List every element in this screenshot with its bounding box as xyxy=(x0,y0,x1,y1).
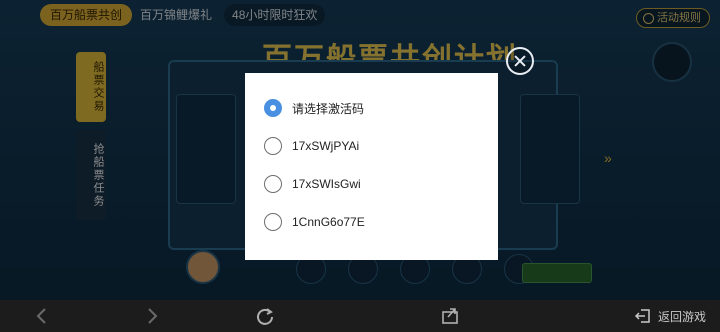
radio-icon[interactable] xyxy=(264,137,282,155)
bottom-nav-bar: 返回游戏 xyxy=(0,300,720,332)
option-label: 请选择激活码 xyxy=(292,101,365,116)
share-icon[interactable] xyxy=(440,306,460,326)
exit-icon xyxy=(634,309,650,323)
option-placeholder[interactable]: 请选择激活码 xyxy=(264,98,364,118)
option-label: 17xSWjPYAi xyxy=(292,139,360,153)
option-code-1[interactable]: 17xSWjPYAi xyxy=(264,136,359,156)
activation-code-dialog: 请选择激活码 17xSWjPYAi 17xSWIsGwi 1CnnG6o77E xyxy=(245,73,498,260)
option-code-3[interactable]: 1CnnG6o77E xyxy=(264,212,365,232)
option-label: 17xSWIsGwi xyxy=(292,177,361,191)
close-dialog-button[interactable] xyxy=(506,47,534,75)
app-screen: 百万船票共创 百万锦鲤爆礼 48小时限时狂欢 活动规则 百万船票共创计划 船票交… xyxy=(0,0,720,332)
option-label: 1CnnG6o77E xyxy=(292,215,365,229)
radio-checked-icon[interactable] xyxy=(264,99,282,117)
return-to-game-button[interactable]: 返回游戏 xyxy=(634,307,706,325)
option-code-2[interactable]: 17xSWIsGwi xyxy=(264,174,361,194)
radio-icon[interactable] xyxy=(264,175,282,193)
forward-icon[interactable] xyxy=(142,306,162,326)
radio-icon[interactable] xyxy=(264,213,282,231)
back-icon[interactable] xyxy=(32,306,52,326)
refresh-icon[interactable] xyxy=(255,306,275,326)
return-to-game-label: 返回游戏 xyxy=(657,309,706,324)
